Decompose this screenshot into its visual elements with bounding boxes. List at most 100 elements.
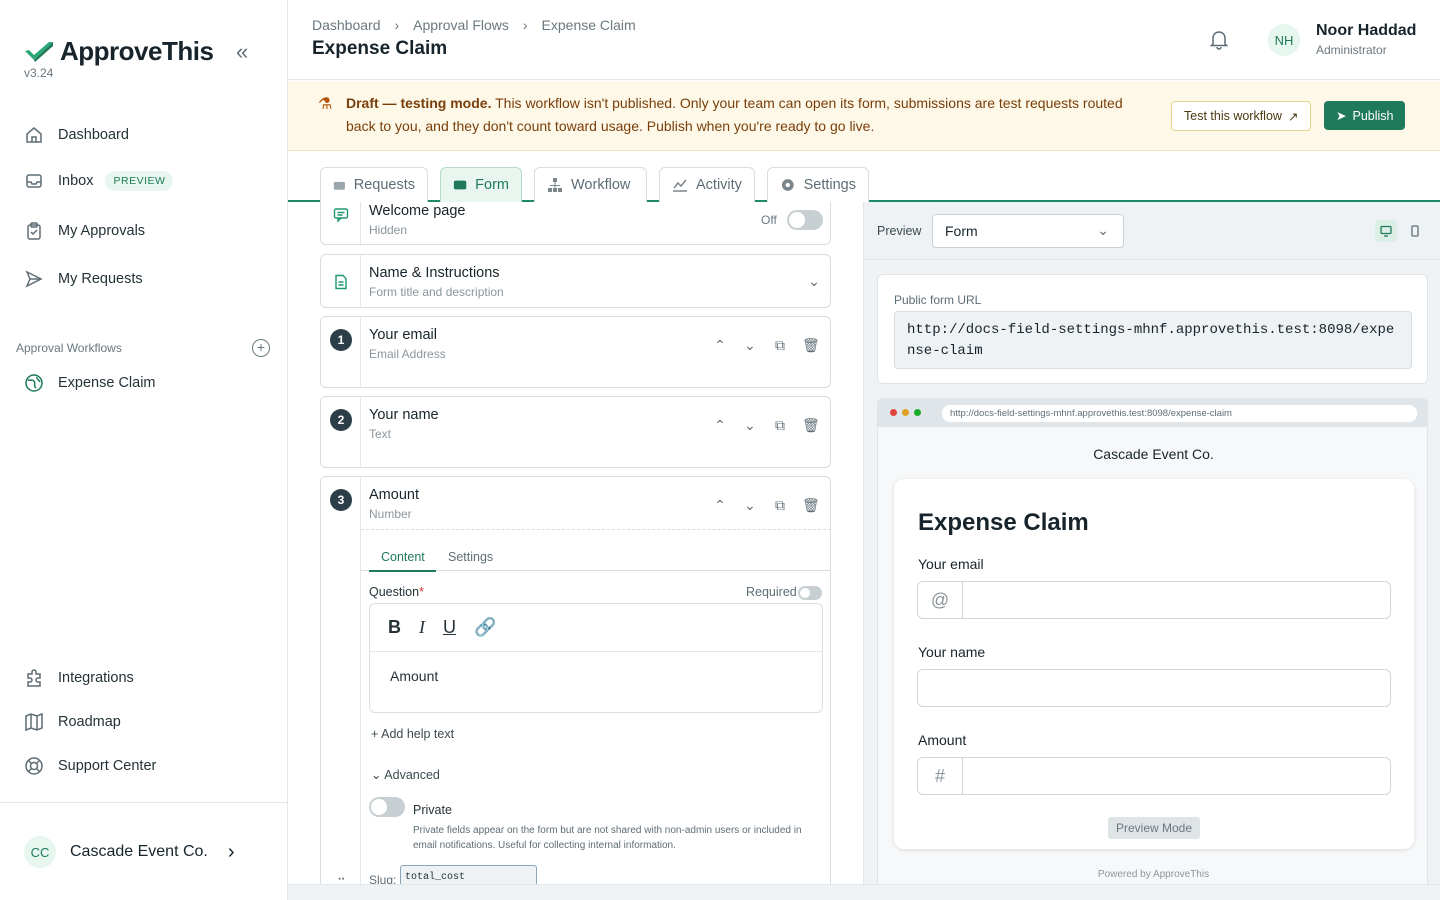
user-avatar[interactable]: NH xyxy=(1268,24,1300,56)
name-instructions-card[interactable]: Name & Instructions Form title and descr… xyxy=(320,254,831,308)
tab-requests[interactable]: Requests xyxy=(320,167,428,202)
trash-icon[interactable]: 🗑 xyxy=(802,337,820,354)
nav-support-center[interactable]: Support Center xyxy=(24,756,156,776)
trash-icon[interactable]: 🗑 xyxy=(802,417,820,434)
card-title: Welcome page xyxy=(369,203,466,219)
preview-select-value: Form xyxy=(945,223,978,239)
subtab-settings[interactable]: Settings xyxy=(448,550,493,564)
public-url-field[interactable]: http://docs-field-settings-mhnf.approvet… xyxy=(894,311,1412,369)
desktop-view-button[interactable] xyxy=(1375,220,1397,242)
preview-toolbar: Preview Form ⌄ xyxy=(864,202,1440,260)
chevron-up-icon[interactable]: ⌃ xyxy=(712,497,728,514)
nav-label: Inbox xyxy=(58,173,94,189)
card-subtitle: Email Address xyxy=(369,347,446,361)
underline-icon[interactable]: U xyxy=(443,617,456,638)
tab-label: Activity xyxy=(696,177,742,193)
bell-icon[interactable] xyxy=(1208,28,1230,50)
nav-label: Integrations xyxy=(58,670,134,686)
nav-label: Roadmap xyxy=(58,714,121,730)
field-card-amount[interactable]: 3 Amount Number ⌃ ⌄ ⧉ 🗑 Content Settings… xyxy=(320,476,831,884)
private-label: Private xyxy=(413,803,452,817)
add-workflow-icon[interactable]: + xyxy=(252,339,270,357)
flask-icon: ⚗ xyxy=(318,96,333,113)
subtab-content[interactable]: Content xyxy=(381,550,425,564)
test-workflow-button[interactable]: Test this workflow ↗ xyxy=(1171,101,1312,131)
chevron-up-icon[interactable]: ⌃ xyxy=(712,417,728,434)
tab-activity[interactable]: Activity xyxy=(659,167,755,202)
public-url-label: Public form URL xyxy=(894,293,982,307)
org-name: Cascade Event Co. xyxy=(70,843,208,860)
browser-chrome: http://docs-field-settings-mhnf.approvet… xyxy=(878,399,1427,427)
nav-roadmap[interactable]: Roadmap xyxy=(24,712,121,732)
breadcrumb-approval-flows[interactable]: Approval Flows xyxy=(413,17,509,33)
preview-badge: PREVIEW xyxy=(105,171,174,191)
chevron-up-icon[interactable]: ⌃ xyxy=(712,337,728,354)
advanced-toggle[interactable]: ⌄ Advanced xyxy=(371,767,440,782)
brand-logo[interactable]: ApproveThis xyxy=(24,36,214,67)
breadcrumb-dashboard[interactable]: Dashboard xyxy=(312,17,381,33)
italic-icon[interactable]: I xyxy=(419,617,425,638)
preview-name-input[interactable] xyxy=(917,669,1391,707)
preview-email-input[interactable]: @ xyxy=(917,581,1391,619)
inbox-icon xyxy=(26,174,42,188)
trash-icon[interactable]: 🗑 xyxy=(802,497,820,514)
tab-workflow[interactable]: Workflow xyxy=(534,167,647,202)
chevron-down-icon[interactable]: ⌄ xyxy=(742,497,758,514)
page-header: Dashboard › Approval Flows › Expense Cla… xyxy=(288,0,1440,80)
brand-name: ApproveThis xyxy=(60,36,214,66)
bold-icon[interactable]: B xyxy=(388,617,401,638)
desktop-icon xyxy=(1380,225,1392,237)
drag-handle-icon[interactable]: ⠒ xyxy=(337,873,346,884)
field-number: 1 xyxy=(330,329,352,351)
rte-toolbar: B I U 🔗 xyxy=(370,604,822,652)
field-actions: ⌃ ⌄ ⧉ 🗑 xyxy=(712,497,820,514)
lifebuoy-icon xyxy=(25,757,43,775)
window-dot-icon xyxy=(902,409,909,416)
welcome-toggle[interactable] xyxy=(787,210,823,230)
nav-label: Support Center xyxy=(58,758,157,774)
field-card-email[interactable]: 1 Your email Email Address ⌃ ⌄ ⧉ 🗑 xyxy=(320,316,831,388)
form-icon xyxy=(453,180,467,190)
puzzle-icon xyxy=(27,669,41,687)
preview-mode-select[interactable]: Form ⌄ xyxy=(932,214,1124,248)
nav-dashboard[interactable]: Dashboard xyxy=(24,125,129,145)
globe-icon xyxy=(25,374,43,392)
question-editor[interactable]: B I U 🔗 Amount xyxy=(369,603,823,713)
link-icon[interactable]: 🔗 xyxy=(474,617,496,638)
field-number: 3 xyxy=(330,489,352,511)
chevron-down-icon[interactable]: ⌄ xyxy=(742,417,758,434)
toggle-state-label: Off xyxy=(761,213,777,227)
add-help-text-link[interactable]: + Add help text xyxy=(371,727,454,741)
chevron-down-icon[interactable]: ⌄ xyxy=(808,273,820,290)
slug-input[interactable]: total_cost xyxy=(400,865,537,884)
nav-my-requests[interactable]: My Requests xyxy=(24,269,143,289)
tab-form[interactable]: Form xyxy=(440,167,522,202)
question-label-text: Question xyxy=(369,585,420,599)
duplicate-icon[interactable]: ⧉ xyxy=(772,337,788,354)
tab-settings[interactable]: Settings xyxy=(767,167,869,202)
slug-label: Slug: xyxy=(369,873,397,884)
duplicate-icon[interactable]: ⧉ xyxy=(772,417,788,434)
nav-inbox[interactable]: Inbox PREVIEW xyxy=(24,171,174,191)
chevron-down-icon[interactable]: ⌄ xyxy=(742,337,758,354)
mobile-view-button[interactable] xyxy=(1404,220,1426,242)
inbox-tray-icon xyxy=(333,181,345,190)
nav-my-approvals[interactable]: My Approvals xyxy=(24,221,145,241)
breadcrumb: Dashboard › Approval Flows › Expense Cla… xyxy=(312,17,636,33)
tab-label: Form xyxy=(475,177,509,193)
welcome-page-card[interactable]: Welcome page Hidden Off xyxy=(320,202,831,245)
nav-integrations[interactable]: Integrations xyxy=(24,668,134,688)
required-toggle[interactable] xyxy=(798,586,822,600)
preview-panel: Preview Form ⌄ Public form URL http://do… xyxy=(863,202,1440,884)
question-text[interactable]: Amount xyxy=(370,652,822,700)
duplicate-icon[interactable]: ⧉ xyxy=(772,497,788,514)
org-switcher[interactable]: CC Cascade Event Co. › xyxy=(24,836,235,868)
preview-amount-input[interactable]: # xyxy=(917,757,1391,795)
publish-button[interactable]: ➤ Publish xyxy=(1324,101,1406,130)
tab-label: Requests xyxy=(353,177,415,193)
workflow-expense-claim[interactable]: Expense Claim xyxy=(24,373,156,393)
field-card-name[interactable]: 2 Your name Text ⌃ ⌄ ⧉ 🗑 xyxy=(320,396,831,468)
private-toggle[interactable] xyxy=(369,797,405,817)
collapse-sidebar-icon[interactable]: « xyxy=(236,41,258,64)
chevron-right-icon: › xyxy=(522,17,528,33)
